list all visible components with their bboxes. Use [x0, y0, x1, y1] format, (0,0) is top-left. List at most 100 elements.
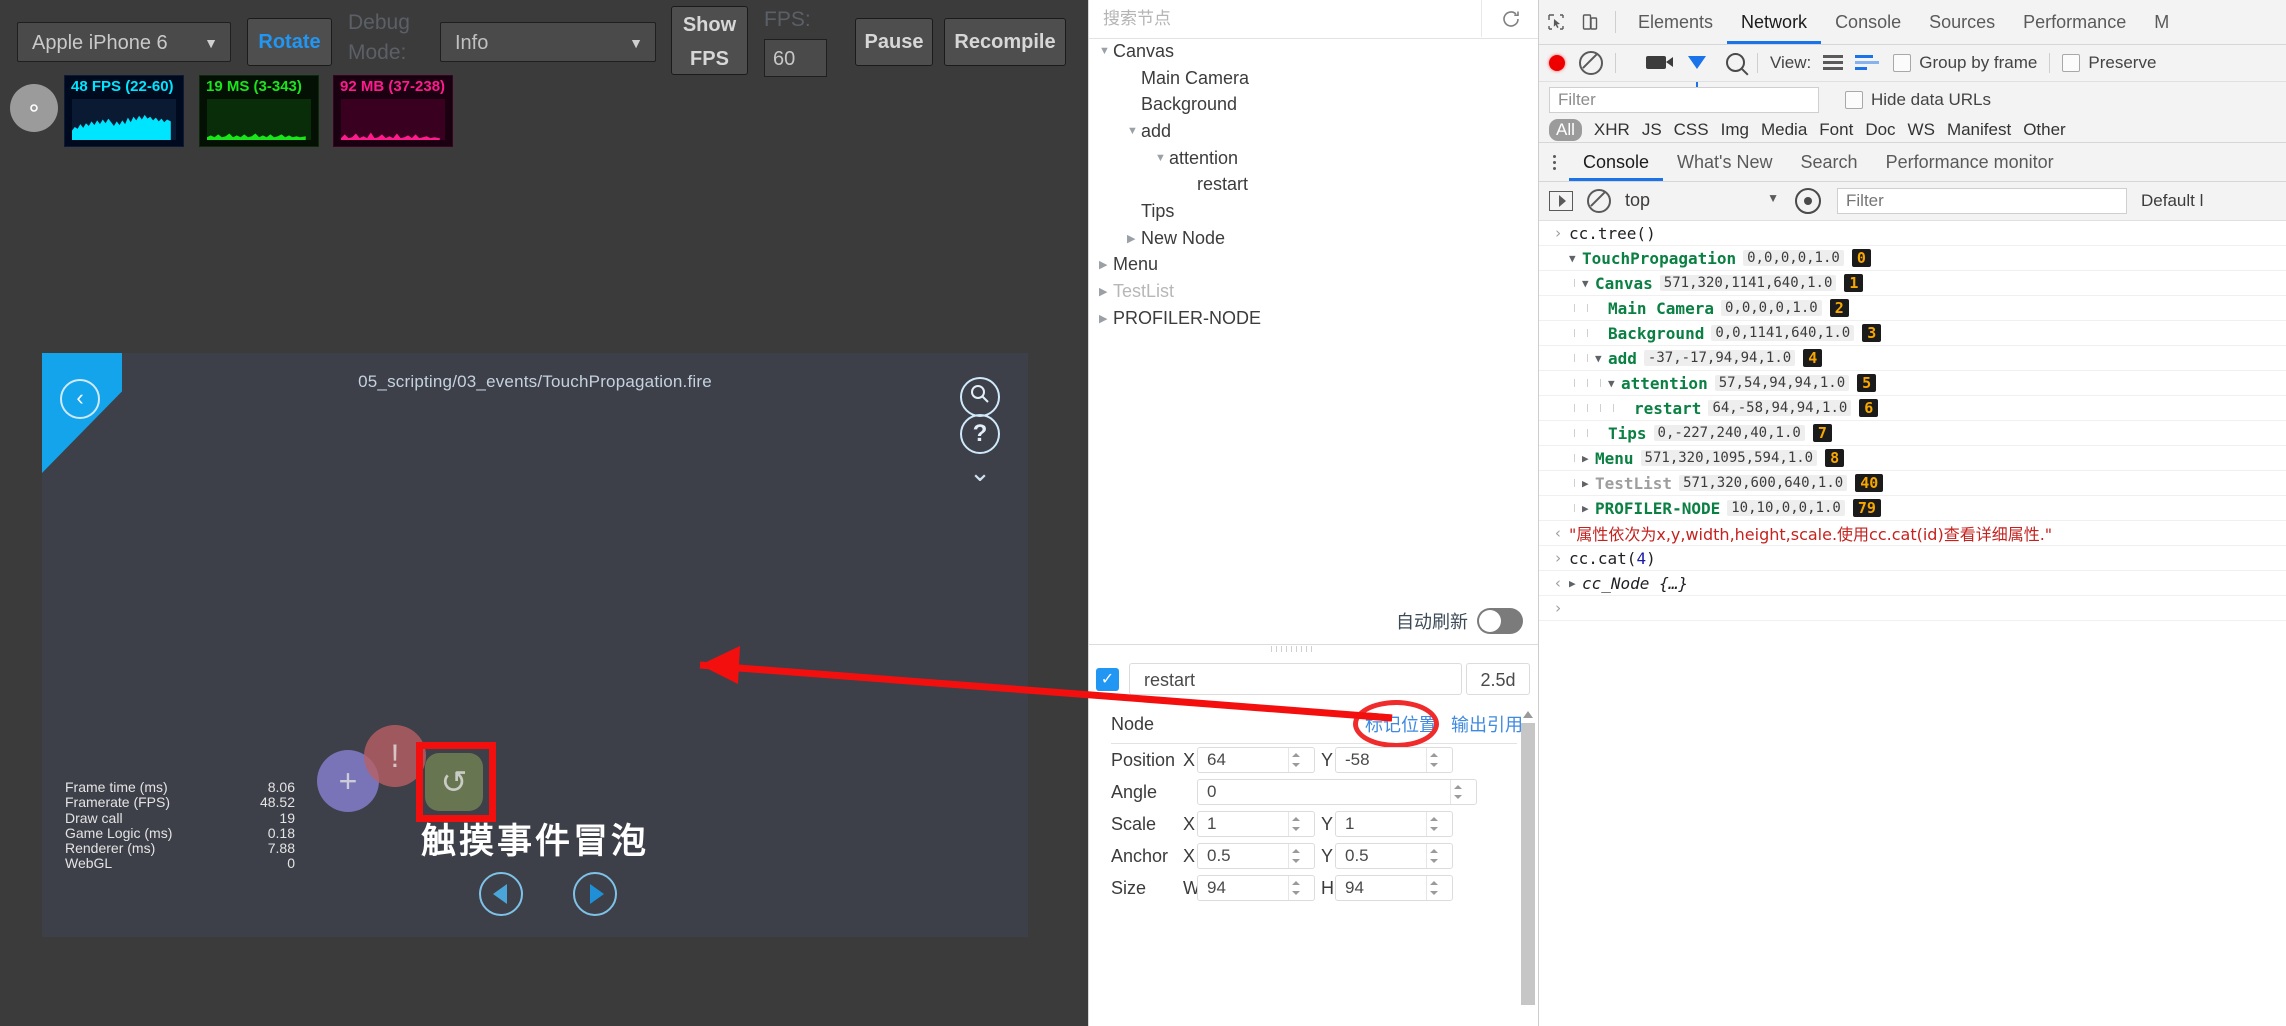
group-by-frame-checkbox[interactable]: [1893, 53, 1912, 72]
console-filter-input[interactable]: [1837, 187, 2127, 214]
drawer-tab-whats-new[interactable]: What's New: [1663, 144, 1786, 181]
network-filter-input[interactable]: [1549, 87, 1819, 113]
tree-node[interactable]: ▶ Menu: [1089, 252, 1539, 279]
resource-type-filter[interactable]: XHR: [1594, 120, 1630, 140]
console-line[interactable]: restart 64,-58,94,94,1.0 6: [1539, 396, 2286, 421]
tree-node[interactable]: Tips: [1089, 198, 1539, 225]
search-icon[interactable]: [960, 377, 1000, 417]
live-expression-icon[interactable]: [1795, 187, 1821, 214]
console-output[interactable]: › cc.tree() ▼ TouchPropagation 0,0,0,0,1.0 0 ▼…: [1539, 221, 2286, 1026]
stepper-arrows[interactable]: [1426, 812, 1452, 836]
stepper-arrows[interactable]: [1426, 844, 1452, 868]
resource-type-filter[interactable]: Media: [1761, 120, 1807, 140]
tree-node[interactable]: ▼ attention: [1089, 145, 1539, 172]
stepper-arrows[interactable]: [1288, 748, 1314, 772]
number-stepper[interactable]: 1: [1335, 811, 1453, 837]
tab-network[interactable]: Network: [1727, 1, 1822, 44]
next-sample-button[interactable]: [573, 872, 617, 916]
stepper-down-icon[interactable]: [1292, 827, 1300, 831]
more-options-icon[interactable]: [1539, 154, 1569, 170]
chevron-right-icon[interactable]: ▶: [1099, 285, 1113, 298]
stepper-up-icon[interactable]: [1430, 753, 1438, 757]
number-stepper[interactable]: -58: [1335, 747, 1453, 773]
resource-type-filter[interactable]: Doc: [1865, 120, 1895, 140]
chevron-down-icon[interactable]: ▼: [1582, 277, 1595, 290]
stepper-down-icon[interactable]: [1430, 827, 1438, 831]
device-select[interactable]: Apple iPhone 6 ▼: [17, 22, 231, 62]
hide-data-urls-checkbox[interactable]: [1845, 91, 1863, 109]
chevron-down-icon[interactable]: ▼: [1099, 45, 1113, 57]
tab-elements[interactable]: Elements: [1624, 1, 1727, 44]
stepper-down-icon[interactable]: [1430, 891, 1438, 895]
console-line[interactable]: › cc.cat(4): [1539, 546, 2286, 571]
stepper-up-icon[interactable]: [1292, 753, 1300, 757]
back-button[interactable]: ‹: [42, 353, 122, 473]
console-line[interactable]: ▶ TestList 571,320,600,640,1.0 40: [1539, 471, 2286, 496]
preserve-log-checkbox[interactable]: [2062, 53, 2081, 72]
chevron-down-icon[interactable]: ▼: [1155, 152, 1169, 164]
stepper-down-icon[interactable]: [1454, 795, 1462, 799]
dimension-mode-field[interactable]: 2.5d: [1466, 663, 1530, 695]
list-view-icon[interactable]: [1823, 54, 1844, 71]
stepper-arrows[interactable]: [1450, 780, 1476, 804]
stepper-up-icon[interactable]: [1292, 817, 1300, 821]
log-level-select[interactable]: Default l: [2141, 191, 2203, 211]
tab-sources[interactable]: Sources: [1915, 1, 2009, 44]
tab-memory[interactable]: M: [2140, 1, 2183, 44]
pause-button[interactable]: Pause: [855, 18, 933, 66]
node-enabled-checkbox[interactable]: ✓: [1096, 667, 1119, 691]
stepper-arrows[interactable]: [1426, 748, 1452, 772]
scrollbar-thumb[interactable]: [1521, 723, 1535, 1005]
export-reference-link[interactable]: 输出引用: [1451, 711, 1523, 737]
debug-mode-select[interactable]: Info ▼: [440, 22, 656, 62]
execution-context-select[interactable]: top ▼: [1625, 190, 1785, 211]
chevron-down-icon[interactable]: ▼: [1608, 377, 1621, 390]
number-stepper[interactable]: 94: [1197, 875, 1315, 901]
node-tree[interactable]: ▼ Canvas Main Camera Background ▼ add ▼ attenti…: [1089, 38, 1539, 586]
funnel-icon[interactable]: [1688, 56, 1706, 88]
console-line[interactable]: ›: [1539, 596, 2286, 621]
search-icon[interactable]: [1726, 53, 1745, 72]
cursor-select-icon[interactable]: [1539, 7, 1573, 37]
chevron-down-icon[interactable]: ▼: [1127, 125, 1141, 137]
tree-node[interactable]: Background: [1089, 91, 1539, 118]
chevron-right-icon[interactable]: ▶: [1582, 452, 1595, 465]
auto-refresh-row[interactable]: 自动刷新: [1089, 598, 1539, 644]
stepper-arrows[interactable]: [1288, 844, 1314, 868]
resource-type-filter[interactable]: Img: [1721, 120, 1749, 140]
fps-input[interactable]: 60: [764, 39, 827, 77]
resource-type-filter[interactable]: CSS: [1674, 120, 1709, 140]
console-line[interactable]: ▼ Canvas 571,320,1141,640,1.0 1: [1539, 271, 2286, 296]
number-stepper[interactable]: 64: [1197, 747, 1315, 773]
properties-scrollbar[interactable]: [1521, 711, 1535, 1011]
camera-icon[interactable]: [1646, 56, 1673, 69]
stepper-down-icon[interactable]: [1292, 891, 1300, 895]
tree-node[interactable]: ▶ PROFILER-NODE: [1089, 305, 1539, 332]
chevron-down-icon[interactable]: ▼: [1569, 252, 1582, 265]
console-line[interactable]: Main Camera 0,0,0,0,1.0 2: [1539, 296, 2286, 321]
tree-node[interactable]: ▶ TestList: [1089, 278, 1539, 305]
resource-type-filter[interactable]: All: [1549, 119, 1582, 141]
tree-node[interactable]: ▼ add: [1089, 118, 1539, 145]
stepper-arrows[interactable]: [1426, 876, 1452, 900]
number-stepper[interactable]: 0.5: [1197, 843, 1315, 869]
scroll-up-arrow-icon[interactable]: [1523, 711, 1533, 718]
console-line[interactable]: ‹ "属性依次为x,y,width,height,scale.使用cc.cat(i…: [1539, 521, 2286, 546]
chevron-right-icon[interactable]: ▶: [1569, 577, 1582, 590]
stepper-up-icon[interactable]: [1430, 849, 1438, 853]
stepper-down-icon[interactable]: [1430, 763, 1438, 767]
search-input[interactable]: [1089, 0, 1481, 37]
execution-context-icon[interactable]: [1549, 190, 1573, 211]
number-stepper[interactable]: 1: [1197, 811, 1315, 837]
node-name-field[interactable]: restart: [1129, 663, 1462, 695]
console-line[interactable]: ▶ PROFILER-NODE 10,10,0,0,1.0 79: [1539, 496, 2286, 521]
tree-node[interactable]: Main Camera: [1089, 65, 1539, 92]
number-stepper[interactable]: 94: [1335, 875, 1453, 901]
stepper-up-icon[interactable]: [1430, 881, 1438, 885]
stepper-arrows[interactable]: [1288, 812, 1314, 836]
resource-type-filter[interactable]: Font: [1819, 120, 1853, 140]
console-line[interactable]: Tips 0,-227,240,40,1.0 7: [1539, 421, 2286, 446]
console-line[interactable]: › cc.tree(): [1539, 221, 2286, 246]
number-stepper[interactable]: 0.5: [1335, 843, 1453, 869]
game-canvas[interactable]: ‹ 05_scripting/03_events/TouchPropagatio…: [42, 353, 1028, 937]
